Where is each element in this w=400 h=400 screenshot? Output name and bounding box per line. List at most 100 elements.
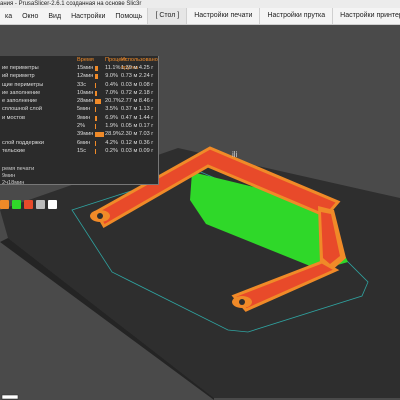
row-time: 33с	[77, 81, 87, 88]
row-used: 0.37 м 1.13 г	[121, 106, 154, 113]
stats-row: и мостов 9мин 6.9% 0.47 м 1.44 г	[0, 114, 158, 122]
row-name: сплошной слой	[2, 106, 42, 113]
tab-bar: [ Стол ] Настройки печати Настройки прут…	[147, 8, 400, 24]
row-bar	[95, 130, 105, 138]
stats-row: 2% 1.9% 0.05 м 0.17 г	[0, 122, 158, 130]
row-percent: 7.0%	[105, 89, 118, 96]
stats-row: 39мин 28.9% 2.30 м 7.03 г	[0, 130, 158, 138]
row-bar	[95, 139, 105, 147]
row-bar	[95, 147, 105, 155]
row-percent: 1.9%	[105, 123, 118, 130]
row-name: и мостов	[2, 114, 26, 121]
row-name: е заполнение	[2, 98, 38, 105]
summary-value-2: 2ч18мин	[2, 180, 25, 186]
stats-row: ие заполнение 10мин 7.0% 0.72 м 2.18 г	[0, 89, 158, 97]
row-bar-fill	[95, 74, 98, 80]
row-bar	[95, 64, 105, 72]
row-used: 2.30 м 7.03 г	[121, 131, 154, 138]
row-time: 12мин	[77, 73, 94, 80]
row-percent: 6.9%	[105, 114, 118, 121]
retract-icon[interactable]	[36, 199, 45, 209]
row-used: 0.05 м 0.17 г	[121, 123, 154, 130]
row-time: 28мин	[77, 98, 94, 105]
row-bar-fill	[95, 140, 97, 146]
menu-window[interactable]: Окно	[17, 13, 43, 20]
row-used: 0.03 м 0.08 г	[121, 81, 154, 88]
stats-row: щие периметры 33с 0.4% 0.03 м 0.08 г	[0, 81, 158, 89]
row-bar-fill	[95, 90, 98, 96]
row-bar	[95, 105, 105, 113]
menu-view[interactable]: Вид	[43, 13, 66, 20]
left-foot-hole	[97, 213, 103, 219]
row-name	[0, 130, 77, 138]
tab-print-settings[interactable]: Настройки печати	[186, 8, 260, 24]
row-bar	[95, 72, 105, 80]
menu-file[interactable]: ка	[0, 13, 17, 20]
header-used: Использовано прутка	[121, 57, 158, 71]
row-bar-fill	[95, 132, 104, 138]
row-bar-fill	[95, 107, 97, 113]
row-used: 0.03 м 0.09 г	[121, 147, 154, 154]
stats-row: сплошной слой 5мин 3.5% 0.37 м 1.13 г	[0, 105, 158, 113]
row-percent: 28.9%	[105, 131, 121, 138]
cube-icon[interactable]	[48, 199, 57, 209]
row-used: 0.12 м 0.36 г	[121, 139, 154, 146]
row-bar	[95, 81, 105, 89]
header-time: Время	[77, 57, 94, 63]
row-bar-fill	[95, 66, 99, 71]
row-name: ие периметры	[2, 65, 39, 71]
row-percent: 4.2%	[105, 139, 118, 146]
row-used: 0.73 м 2.24 г	[121, 73, 154, 80]
window-title: ания - PrusaSlicer-2.6.1 созданная на ос…	[0, 0, 400, 8]
stats-header: Время Процент Использовано прутка	[0, 56, 158, 71]
row-bar	[95, 89, 105, 97]
stats-rows: ие периметры 15мин 11.1% 1.39 м 4.25 г ий пе…	[0, 64, 158, 155]
row-used: 0.47 м 1.44 г	[121, 114, 154, 121]
menu-help[interactable]: Помощь	[110, 13, 147, 20]
row-bar-fill	[95, 148, 96, 154]
right-foot-hole	[239, 299, 245, 305]
row-bar	[95, 122, 105, 130]
row-bar-fill	[95, 124, 96, 130]
layers-icon[interactable]	[0, 389, 22, 400]
row-percent: 3.5%	[105, 106, 118, 113]
stats-row: ий периметр 12мин 9.0% 0.73 м 2.24 г	[0, 72, 158, 80]
stats-summary: ремя печати 9мин 2ч18мин	[2, 166, 34, 187]
row-time: 15с	[77, 147, 87, 154]
row-percent: 0.4%	[105, 81, 118, 88]
row-time: 6мин	[77, 139, 91, 146]
row-time: 15мин	[77, 65, 94, 71]
3d-viewport[interactable]: ili Время Процент Использовано прутка ие…	[0, 25, 400, 400]
row-used: 1.39 м 4.25 г	[121, 65, 154, 71]
tab-printer-settings[interactable]: Настройки принтера	[332, 8, 400, 24]
perimeter-color-icon[interactable]	[0, 199, 9, 209]
tab-filament-settings[interactable]: Настройки прутка	[259, 8, 333, 24]
stats-row: тельские 15с 0.2% 0.03 м 0.09 г	[0, 147, 158, 155]
row-bar-fill	[95, 115, 98, 121]
row-percent: 20.7%	[105, 98, 121, 105]
row-bar-fill	[95, 82, 96, 88]
infill-color-icon[interactable]	[12, 199, 21, 209]
slice-statistics-panel: Время Процент Использовано прутка ие пер…	[0, 56, 159, 187]
row-used: 0.72 м 2.18 г	[121, 89, 154, 96]
row-name: ие заполнение	[2, 89, 41, 96]
plate-label: ili	[232, 150, 238, 159]
support-color-icon[interactable]	[24, 199, 33, 209]
stats-row: слой поддержки 6мин 4.2% 0.12 м 0.36 г	[0, 139, 158, 147]
row-time: 9мин	[77, 114, 91, 121]
summary-value-1: 9мин	[2, 173, 16, 179]
stats-row: ие периметры 15мин 11.1% 1.39 м 4.25 г	[0, 64, 158, 72]
tab-plater[interactable]: [ Стол ]	[147, 8, 187, 24]
row-time: 39мин	[77, 131, 94, 138]
row-name: щие периметры	[2, 81, 44, 88]
row-percent: 0.2%	[105, 147, 118, 154]
menu-bar: ка Окно Вид Настройки Помощь [ Стол ] На…	[0, 8, 400, 25]
row-name: ий периметр	[2, 73, 35, 80]
print-time-label: ремя печати	[2, 166, 35, 172]
row-bar-fill	[95, 99, 102, 105]
row-name: слой поддержки	[2, 139, 44, 146]
row-time: 5мин	[77, 106, 91, 113]
row-used: 2.77 м 8.46 г	[121, 98, 154, 105]
row-percent: 11.1%	[105, 65, 121, 71]
menu-settings[interactable]: Настройки	[66, 13, 110, 20]
